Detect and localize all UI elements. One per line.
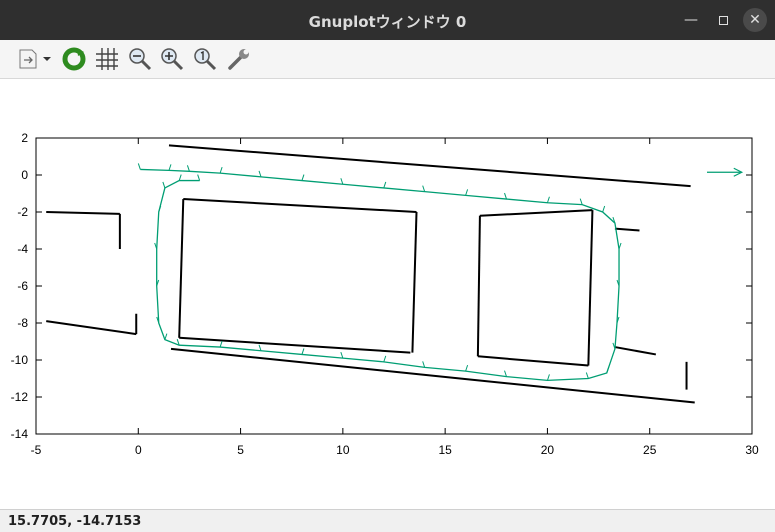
zoom-reset-icon <box>194 48 217 71</box>
zoom-out-icon <box>129 48 152 71</box>
export-icon <box>19 49 37 69</box>
trajectory-arrow <box>197 174 201 181</box>
map-wall <box>46 320 137 336</box>
y-tick-label: -10 <box>11 353 29 367</box>
y-tick-label: -8 <box>17 316 28 330</box>
y-tick-label: -2 <box>17 205 28 219</box>
map-wall <box>183 198 417 213</box>
x-tick-label: 20 <box>541 443 555 457</box>
map-wall <box>170 347 695 404</box>
y-tick-label: 2 <box>21 131 28 145</box>
dropdown-arrow-icon <box>43 57 51 61</box>
close-button[interactable]: ✕ <box>743 8 767 32</box>
map-wall <box>479 209 593 217</box>
trajectory-arrow <box>340 351 344 359</box>
trajectory-arrow <box>383 355 387 363</box>
mouse-coordinates: 15.7705, -14.7153 <box>8 514 142 529</box>
trajectory-arrow <box>585 372 589 379</box>
settings-wrench-icon <box>228 49 249 70</box>
trajectory-arrow <box>219 340 223 348</box>
map-wall <box>411 211 418 353</box>
map-wall <box>476 215 481 357</box>
trajectory-arrow <box>618 242 622 250</box>
trajectory-arrow <box>178 174 182 181</box>
zoom-in-button[interactable] <box>158 45 186 73</box>
window-title: Gnuplotウィンドウ 0 <box>308 13 467 31</box>
x-tick-label: 5 <box>237 443 244 457</box>
replot-icon <box>62 47 86 71</box>
y-tick-label: -4 <box>17 242 28 256</box>
minimize-button[interactable]: — <box>679 8 703 32</box>
map-wall <box>179 336 411 354</box>
trajectory-arrow <box>602 205 606 213</box>
plot-canvas[interactable]: -5 0 5 10 15 20 25 30 -14 -12 -10 -8 -6 -4 -2 0 2 <box>0 79 775 509</box>
map-wall <box>587 210 594 366</box>
y-tick-label: 0 <box>21 168 28 182</box>
x-tick-label: 25 <box>643 443 657 457</box>
toolbar <box>0 40 775 79</box>
map-wall <box>178 199 185 338</box>
export-button[interactable] <box>14 45 42 73</box>
y-tick-label: -6 <box>17 279 28 293</box>
trajectory-arrow <box>340 178 344 185</box>
x-tick-label: 0 <box>135 443 142 457</box>
replot-button[interactable] <box>60 45 88 73</box>
trajectory-arrow <box>162 181 166 189</box>
trajectory-arrow <box>258 344 262 351</box>
trajectory-arrow <box>504 370 507 377</box>
x-tick-label: 10 <box>336 443 350 457</box>
y-tick-label: -14 <box>11 427 29 441</box>
trajectory-arrow <box>546 374 550 381</box>
trajectory-arrow <box>546 196 550 203</box>
trajectory-arrow <box>186 165 190 172</box>
maximize-button[interactable] <box>711 8 735 32</box>
zoom-out-button[interactable] <box>126 45 154 73</box>
zoom-reset-button[interactable] <box>191 45 219 73</box>
trajectory-arrow <box>579 198 583 205</box>
y-tick-label: -12 <box>11 390 29 404</box>
trajectory-arrow <box>465 364 469 372</box>
map-wall <box>614 346 657 356</box>
status-bar: 15.7705, -14.7153 <box>0 509 775 532</box>
trajectory-arrow <box>301 348 305 355</box>
close-icon: ✕ <box>749 12 761 28</box>
title-bar: Gnuplotウィンドウ 0 — ✕ <box>0 0 775 40</box>
trajectory-arrow <box>258 170 262 178</box>
trajectory-arrow <box>504 192 507 200</box>
x-tick-label: 30 <box>745 443 759 457</box>
zoom-in-icon <box>161 48 184 71</box>
plot-area[interactable]: -5 0 5 10 15 20 25 30 -14 -12 -10 -8 -6 -4 -2 0 2 <box>0 79 775 509</box>
trajectory-arrow <box>137 163 141 170</box>
trajectory-arrow <box>383 181 387 189</box>
trajectory-arrow <box>219 166 223 174</box>
map-wall <box>46 211 120 215</box>
map-wall <box>614 227 640 232</box>
map-wall <box>477 355 589 367</box>
trajectory-arrow <box>422 185 426 192</box>
export-dropdown-button[interactable] <box>40 45 54 73</box>
trajectory-arrow <box>301 174 305 181</box>
minimize-icon: — <box>684 12 698 28</box>
trajectory-arrow <box>168 164 172 171</box>
maximize-icon <box>718 15 728 25</box>
settings-button[interactable] <box>225 45 253 73</box>
map-wall <box>168 144 691 188</box>
trajectory-arrow <box>164 333 168 340</box>
grid-toggle-button[interactable] <box>93 45 121 73</box>
x-tick-label: -5 <box>31 443 42 457</box>
trajectory-arrow <box>422 361 426 368</box>
x-tick-label: 15 <box>438 443 452 457</box>
grid-icon <box>96 48 118 70</box>
trajectory-arrow <box>465 189 469 196</box>
